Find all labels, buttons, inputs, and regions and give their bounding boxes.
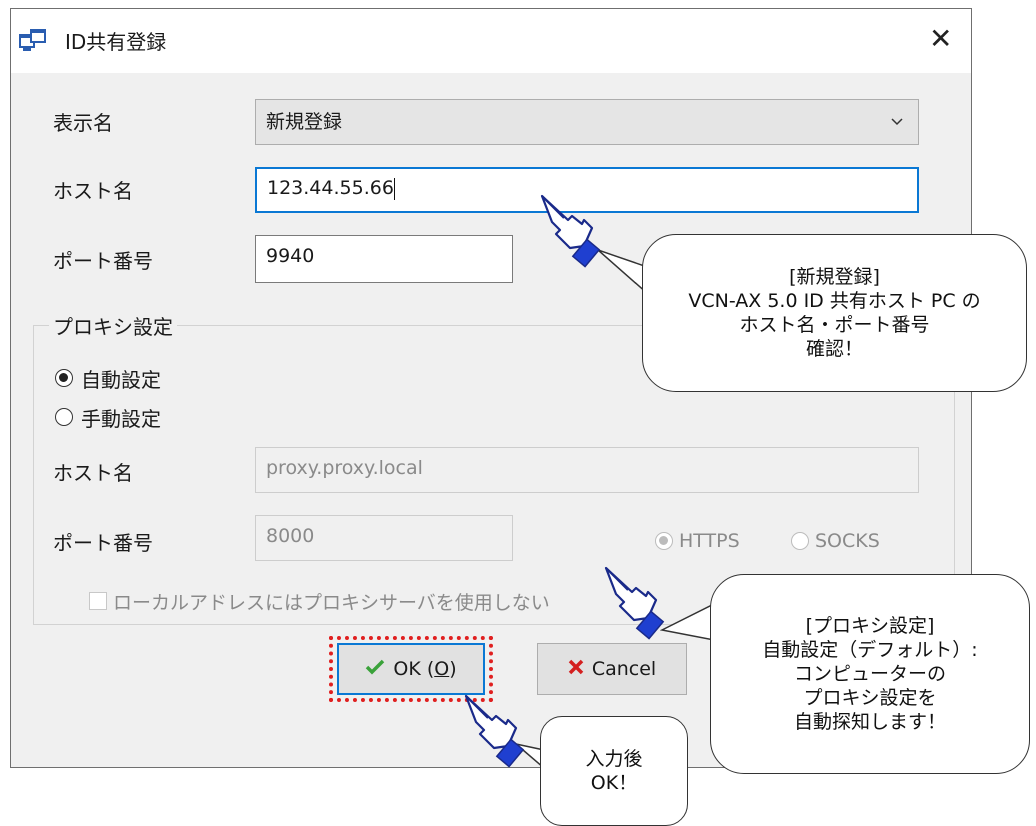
proxy-manual-radio[interactable] [55, 408, 73, 426]
display-name-label: 表示名 [53, 111, 113, 135]
callout-new-line3: ホスト名・ポート番号 [739, 314, 930, 336]
ok-button[interactable]: OK (O) [337, 643, 485, 695]
proxy-host-input[interactable]: proxy.proxy.local [255, 447, 919, 493]
ok-label-close: ) [449, 658, 457, 680]
callout-new-line4: 確認！ [805, 338, 863, 360]
pointing-hand-icon [604, 566, 665, 640]
callout-after-line2: OK！ [590, 772, 638, 794]
callout-proxy-line2: 自動設定（デフォルト）: [762, 639, 978, 661]
callout-proxy-line4: プロキシ設定を [803, 687, 937, 709]
window-title: ID共有登録 [65, 30, 167, 54]
proxy-manual-option[interactable]: 手動設定 [55, 403, 161, 431]
cancel-x-icon [568, 658, 584, 680]
display-name-select[interactable]: 新規登録 [255, 99, 919, 145]
callout-proxy-line5: 自動探知します！ [793, 711, 946, 733]
bypass-local-option[interactable]: ローカルアドレスにはプロキシサーバを使用しない [89, 587, 550, 615]
title-bar: ID共有登録 ✕ [11, 9, 971, 73]
callout-new-line1: [新規登録] [789, 266, 880, 288]
proxy-port-input[interactable]: 8000 [255, 515, 513, 561]
callout-after-input: 入力後 OK！ [540, 716, 688, 826]
proxy-port-label: ポート番号 [53, 531, 153, 555]
proxy-host-value: proxy.proxy.local [266, 457, 423, 479]
proxy-https-option[interactable]: HTTPS [655, 527, 740, 555]
text-cursor [393, 177, 395, 200]
proxy-socks-radio[interactable] [791, 532, 809, 550]
proxy-group-title: プロキシ設定 [49, 311, 177, 340]
callout-new-line2: VCN-AX 5.0 ID 共有ホスト PC の [688, 290, 981, 312]
port-input[interactable]: 9940 [255, 235, 513, 283]
proxy-https-label: HTTPS [679, 530, 740, 552]
callout-after-line1: 入力後 [585, 748, 643, 770]
callout-proxy-line3: コンピューターの [793, 663, 946, 685]
callout-proxy-line1: [プロキシ設定] [805, 615, 935, 637]
close-icon[interactable]: ✕ [929, 25, 952, 53]
host-label: ホスト名 [53, 179, 133, 203]
ok-label: OK ( [393, 658, 435, 680]
pointing-hand-icon [464, 694, 525, 768]
checkmark-icon [365, 658, 385, 680]
bypass-local-checkbox[interactable] [89, 592, 107, 610]
callout-new-registration: [新規登録] VCN-AX 5.0 ID 共有ホスト PC の ホスト名・ポート… [642, 234, 1027, 392]
host-value: 123.44.55.66 [267, 177, 394, 199]
callout-proxy-setting: [プロキシ設定] 自動設定（デフォルト）: コンピューターの プロキシ設定を 自… [710, 574, 1030, 774]
cancel-label: Cancel [591, 658, 657, 680]
proxy-auto-option[interactable]: 自動設定 [55, 364, 161, 392]
cancel-button[interactable]: Cancel [537, 643, 687, 695]
proxy-socks-option[interactable]: SOCKS [791, 527, 880, 555]
chevron-down-icon [890, 100, 904, 161]
proxy-host-label: ホスト名 [53, 461, 133, 485]
proxy-port-value: 8000 [266, 525, 315, 547]
proxy-https-radio[interactable] [655, 532, 673, 550]
proxy-socks-label: SOCKS [815, 530, 880, 552]
proxy-auto-label: 自動設定 [81, 367, 161, 392]
proxy-manual-label: 手動設定 [81, 406, 161, 431]
proxy-auto-radio[interactable] [55, 369, 73, 387]
port-value: 9940 [266, 245, 315, 267]
port-label: ポート番号 [53, 249, 153, 273]
display-name-value: 新規登録 [266, 111, 343, 133]
bypass-local-label: ローカルアドレスにはプロキシサーバを使用しない [113, 591, 550, 614]
ok-mnemonic: O [434, 658, 450, 680]
app-window-icon [19, 29, 47, 57]
pointing-hand-icon [540, 194, 601, 268]
